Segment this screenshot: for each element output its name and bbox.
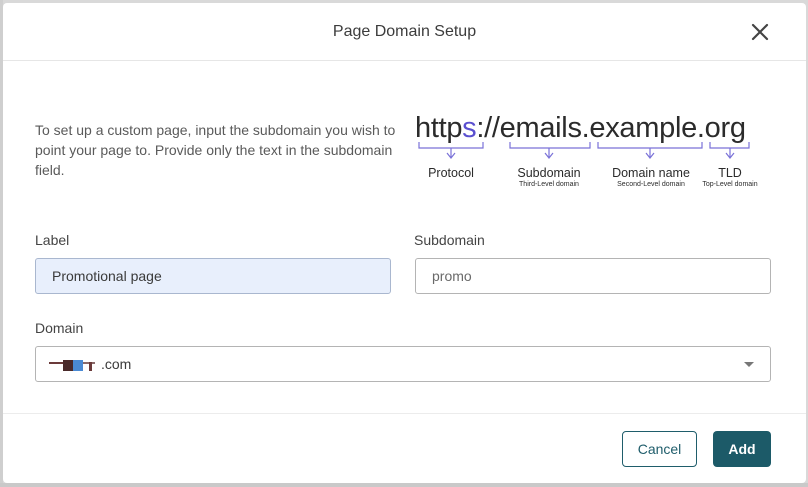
label-field-label: Label [35, 232, 70, 248]
close-icon [751, 23, 769, 41]
dialog-title: Page Domain Setup [332, 22, 477, 40]
bracket-domain-name [597, 142, 703, 149]
close-button[interactable] [750, 22, 770, 42]
footer-divider [3, 413, 806, 414]
segment-subdomain-sub: Third-Level domain [519, 181, 579, 188]
domain-select[interactable]: .com [35, 346, 771, 382]
cancel-button[interactable]: Cancel [622, 431, 697, 467]
segment-domain-label: Domain name [612, 166, 690, 180]
background-bottom-edge [0, 483, 808, 487]
bracket-tld [709, 142, 750, 149]
subdomain-input[interactable]: promo [415, 258, 771, 294]
subdomain-field-label: Subdomain [414, 232, 485, 248]
segment-tld-sub: Top-Level domain [702, 181, 758, 188]
page-domain-dialog: Page Domain Setup To set up a custom pag… [3, 3, 806, 483]
dialog-header: Page Domain Setup [3, 3, 806, 61]
label-input[interactable]: Promotional page [35, 258, 391, 294]
segment-protocol-label: Protocol [428, 166, 474, 180]
segment-subdomain-label: Subdomain [517, 166, 581, 180]
url-diagram: https://emails.example.org Protocol Subd… [415, 110, 775, 192]
add-button[interactable]: Add [713, 431, 771, 467]
domain-field-label: Domain [35, 320, 84, 336]
segment-tld-label: TLD [718, 166, 742, 180]
bracket-subdomain [509, 142, 591, 149]
domain-suffix: .com [101, 356, 132, 372]
redacted-domain-name [49, 357, 99, 371]
chevron-down-icon[interactable] [744, 362, 754, 367]
intro-text: To set up a custom page, input the subdo… [35, 122, 396, 178]
bracket-protocol [418, 142, 484, 149]
segment-domain-sub: Second-Level domain [617, 181, 685, 188]
